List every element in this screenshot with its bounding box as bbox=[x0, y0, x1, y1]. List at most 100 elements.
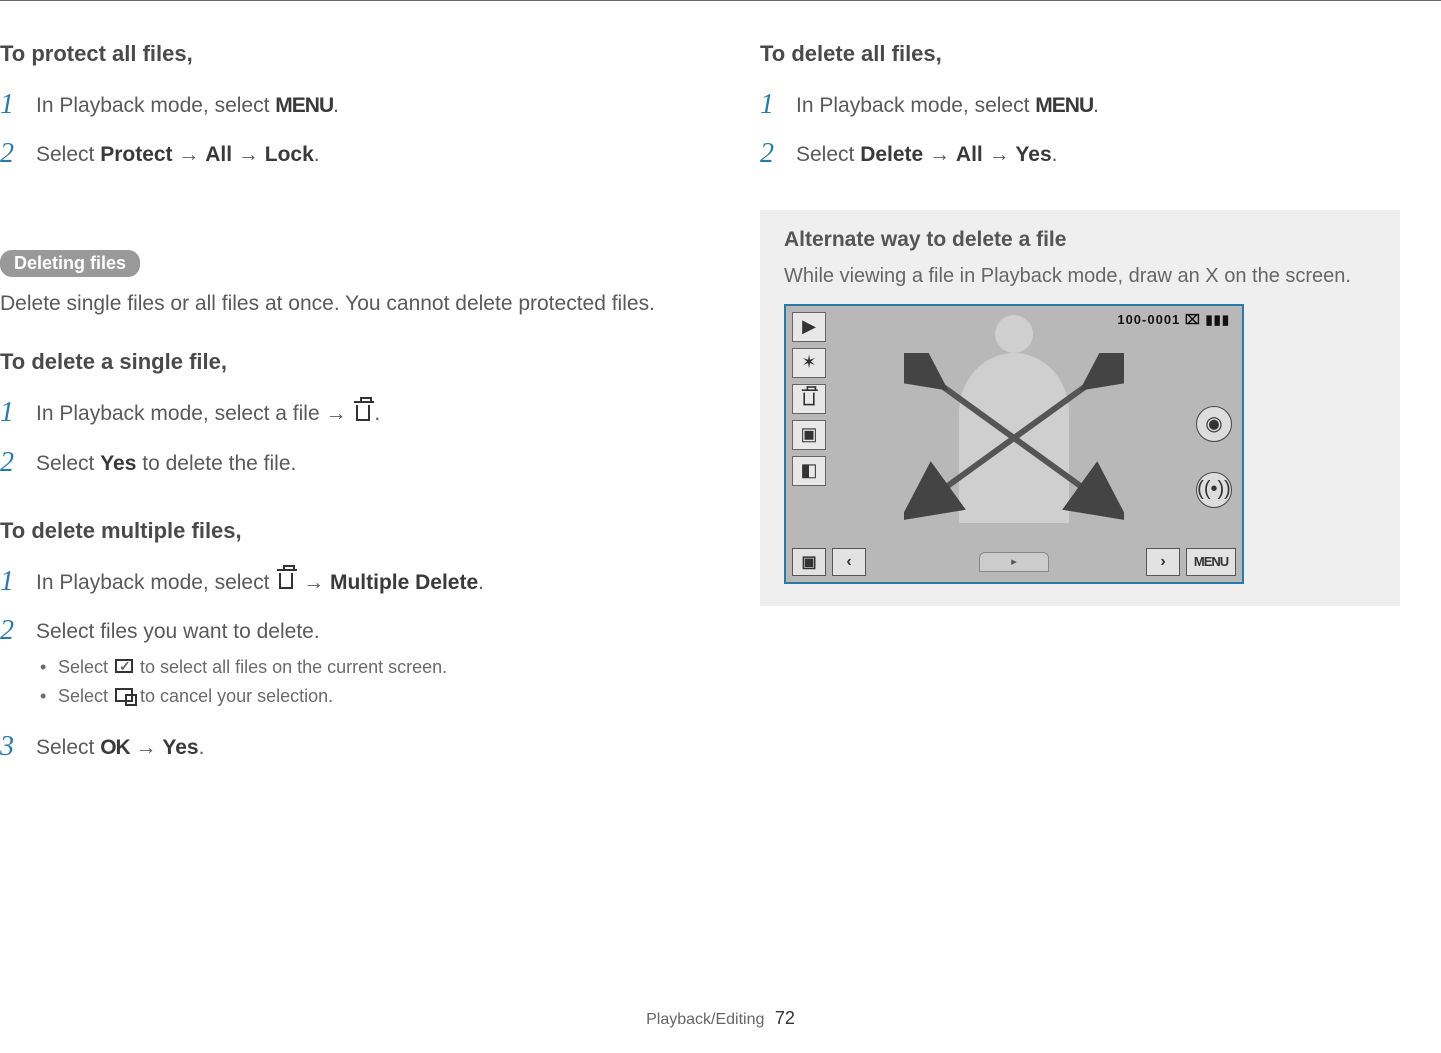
prev-icon[interactable]: ‹ bbox=[832, 548, 866, 576]
arrow-icon: → bbox=[983, 143, 1016, 166]
page-footer: Playback/Editing 72 bbox=[0, 1008, 1441, 1029]
option-multiple-delete: Multiple Delete bbox=[330, 571, 478, 594]
sub-bullets: Select to select all files on the curren… bbox=[36, 655, 680, 709]
section-name: Playback/Editing bbox=[646, 1011, 764, 1028]
step-number: 2 bbox=[0, 140, 22, 168]
arrow-icon: → bbox=[923, 143, 956, 166]
text: Select bbox=[36, 736, 100, 759]
steps-delete-single: 1 In Playback mode, select a file → . 2 … bbox=[0, 399, 680, 478]
step-text: In Playback mode, select a file → . bbox=[36, 399, 680, 428]
arrow-icon: → bbox=[130, 736, 163, 759]
step-text: Select Yes to delete the file. bbox=[36, 449, 680, 478]
option-all: All bbox=[956, 143, 983, 166]
arrow-icon: → bbox=[232, 143, 265, 166]
step-text: In Playback mode, select MENU. bbox=[36, 91, 680, 120]
step-text: Select Protect → All → Lock. bbox=[36, 140, 680, 169]
text: Select bbox=[36, 143, 100, 166]
voice-memo-icon[interactable]: ◧ bbox=[792, 456, 826, 486]
text: . bbox=[333, 94, 339, 117]
heading-protect-all: To protect all files, bbox=[0, 41, 680, 67]
text: . bbox=[374, 402, 380, 425]
step-text: Select files you want to delete. Select … bbox=[36, 617, 680, 713]
step-number: 3 bbox=[0, 733, 22, 761]
text: to delete the file. bbox=[136, 452, 296, 475]
page-number: 72 bbox=[775, 1008, 795, 1028]
step-text: Select Delete → All → Yes. bbox=[796, 140, 1400, 169]
text: . bbox=[1093, 94, 1099, 117]
step-number: 1 bbox=[760, 91, 782, 119]
step-text: In Playback mode, select → Multiple Dele… bbox=[36, 568, 680, 597]
thumbnail-icon[interactable]: ▣ bbox=[792, 548, 826, 576]
section-pill-deleting: Deleting files bbox=[0, 250, 140, 277]
text: . bbox=[478, 571, 484, 594]
steps-delete-all: 1 In Playback mode, select MENU. 2 Selec… bbox=[760, 91, 1400, 170]
sub-bullet: Select to cancel your selection. bbox=[40, 684, 680, 709]
option-delete: Delete bbox=[860, 143, 923, 166]
step-number: 1 bbox=[0, 91, 22, 119]
steps-protect-all: 1 In Playback mode, select MENU. 2 Selec… bbox=[0, 91, 680, 170]
menu-button[interactable]: MENU bbox=[1186, 548, 1236, 576]
next-icon[interactable]: › bbox=[1146, 548, 1180, 576]
heading-delete-all: To delete all files, bbox=[760, 41, 1400, 67]
ok-icon: OK bbox=[100, 736, 130, 759]
text: In Playback mode, select bbox=[36, 571, 275, 594]
text: to select all files on the current scree… bbox=[135, 657, 447, 677]
left-column: To protect all files, 1 In Playback mode… bbox=[0, 41, 680, 803]
battery-icon: ▮▮▮ bbox=[1206, 312, 1230, 327]
deleting-description: Delete single files or all files at once… bbox=[0, 289, 680, 319]
step-number: 2 bbox=[0, 449, 22, 477]
playback-icon[interactable]: ▶ bbox=[792, 312, 826, 342]
menu-icon: MENU bbox=[1035, 94, 1093, 117]
step-text: Select OK → Yes. bbox=[36, 733, 680, 762]
arrow-icon: → bbox=[297, 571, 330, 594]
screenshot-bottom-bar: ▣ ‹ ▸ › MENU bbox=[792, 548, 1236, 576]
step-number: 1 bbox=[0, 399, 22, 427]
page-content: To protect all files, 1 In Playback mode… bbox=[0, 1, 1441, 803]
trash-icon[interactable] bbox=[792, 384, 826, 414]
option-protect: Protect bbox=[100, 143, 172, 166]
storage-icon: ⌧ bbox=[1185, 312, 1201, 327]
screenshot-sidebar: ▶ ✶ ▣ ◧ bbox=[792, 312, 826, 486]
info-box-alternate: Alternate way to delete a file While vie… bbox=[760, 210, 1400, 606]
heading-delete-multiple: To delete multiple files, bbox=[0, 518, 680, 544]
slideshow-icon[interactable]: ▣ bbox=[792, 420, 826, 450]
file-counter: 100-0001 ⌧ ▮▮▮ bbox=[1117, 312, 1230, 328]
step-number: 1 bbox=[0, 568, 22, 596]
trash-icon bbox=[275, 571, 297, 591]
trash-icon bbox=[352, 403, 374, 423]
option-yes: Yes bbox=[1015, 143, 1051, 166]
text: In Playback mode, select bbox=[36, 94, 275, 117]
rotate-icon[interactable]: ◉ bbox=[1196, 406, 1232, 442]
text: In Playback mode, select a file → bbox=[36, 402, 352, 425]
option-all: All bbox=[205, 143, 232, 166]
info-title: Alternate way to delete a file bbox=[784, 228, 1376, 252]
play-icon[interactable]: ▸ bbox=[979, 552, 1049, 572]
step-text: In Playback mode, select MENU. bbox=[796, 91, 1400, 120]
step-number: 2 bbox=[0, 617, 22, 645]
text: Select bbox=[58, 686, 113, 706]
cancel-selection-icon bbox=[113, 685, 135, 705]
info-text: While viewing a file in Playback mode, d… bbox=[784, 262, 1376, 290]
delete-x-gesture[interactable] bbox=[904, 353, 1124, 523]
text: . bbox=[1052, 143, 1058, 166]
right-column: To delete all files, 1 In Playback mode,… bbox=[760, 41, 1440, 803]
heading-delete-single: To delete a single file, bbox=[0, 349, 680, 375]
option-lock: Lock bbox=[265, 143, 314, 166]
text: Select bbox=[796, 143, 860, 166]
wireless-icon[interactable]: ((•)) bbox=[1196, 472, 1232, 508]
camera-screenshot: ▶ ✶ ▣ ◧ 100-0001 ⌧ ▮▮▮ ◉ ((•)) bbox=[784, 304, 1244, 584]
option-yes: Yes bbox=[162, 736, 198, 759]
menu-icon: MENU bbox=[275, 94, 333, 117]
sub-bullet: Select to select all files on the curren… bbox=[40, 655, 680, 680]
text: Select files you want to delete. bbox=[36, 620, 320, 643]
text: . bbox=[314, 143, 320, 166]
screenshot-right-icons: ◉ ((•)) bbox=[1196, 406, 1232, 508]
text: In Playback mode, select bbox=[796, 94, 1035, 117]
option-yes: Yes bbox=[100, 452, 136, 475]
steps-delete-multiple: 1 In Playback mode, select → Multiple De… bbox=[0, 568, 680, 763]
select-all-icon bbox=[113, 656, 135, 676]
text: . bbox=[199, 736, 205, 759]
text: Select bbox=[36, 452, 100, 475]
smart-album-icon[interactable]: ✶ bbox=[792, 348, 826, 378]
text: to cancel your selection. bbox=[135, 686, 333, 706]
